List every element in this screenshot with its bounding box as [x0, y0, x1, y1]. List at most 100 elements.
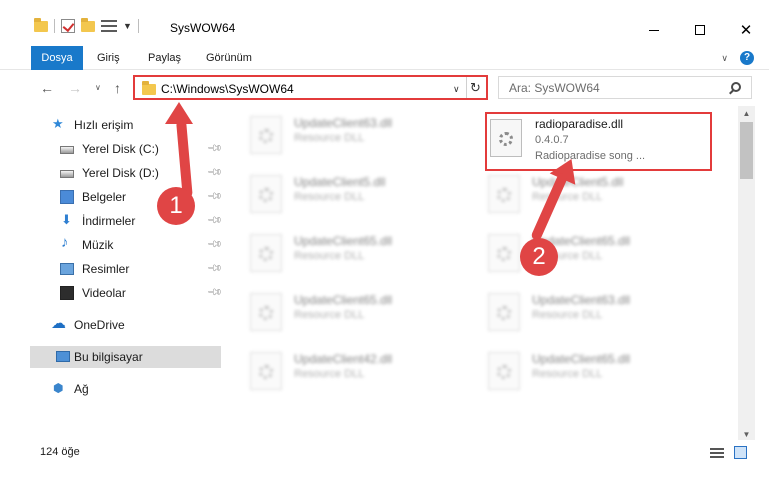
tab-view[interactable]: Görünüm — [206, 46, 252, 70]
refresh-icon[interactable]: ↻ — [470, 80, 481, 96]
minimize-icon — [649, 29, 659, 31]
gear-icon — [259, 306, 273, 320]
computer-icon — [56, 351, 70, 362]
file-description: Resource DLL — [294, 132, 365, 144]
pin-icon[interactable]: 📌︎ — [206, 140, 223, 157]
gear-icon — [259, 188, 273, 202]
dll-file-icon — [488, 352, 520, 390]
gear-icon — [259, 247, 273, 261]
sidebar-item-label: Videolar — [82, 286, 126, 300]
recent-locations-icon[interactable]: ∨ — [95, 83, 101, 92]
details-view-icon[interactable] — [710, 448, 724, 458]
properties-check-icon[interactable] — [61, 19, 75, 33]
file-description: Resource DLL — [532, 368, 603, 380]
new-folder-icon[interactable] — [81, 17, 95, 32]
toolbar-divider — [137, 19, 139, 33]
forward-arrow-icon[interactable]: → — [68, 80, 82, 96]
sidebar-item-label: Ağ — [74, 382, 89, 396]
file-item[interactable]: UpdateClient63.dll Resource DLL — [464, 285, 686, 339]
search-box[interactable]: Ara: SysWOW64 — [498, 76, 752, 99]
tab-home[interactable]: Giriş — [97, 46, 120, 70]
ribbon-right-controls: ∨ ? — [721, 51, 754, 65]
file-item[interactable]: UpdateClient65.dll Resource DLL — [226, 285, 448, 339]
tab-file[interactable]: Dosya — [31, 46, 83, 70]
dll-file-icon — [488, 175, 520, 213]
file-name: UpdateClient42.dll — [294, 352, 393, 366]
file-item[interactable]: UpdateClient65.dll Resource DLL — [464, 226, 686, 280]
large-icons-view-icon[interactable] — [734, 446, 747, 459]
pin-icon[interactable]: 📌︎ — [206, 212, 223, 229]
folder-icon — [34, 17, 48, 32]
back-arrow-icon[interactable]: ← — [40, 80, 54, 96]
expand-ribbon-icon[interactable]: ∨ — [721, 53, 728, 64]
help-icon[interactable]: ? — [740, 51, 754, 65]
file-description: Resource DLL — [294, 191, 365, 203]
file-item[interactable]: UpdateClient63.dll Resource DLL — [226, 108, 448, 162]
dll-file-icon — [250, 352, 282, 390]
target-file-item[interactable]: radioparadise.dll 0.4.0.7 Radioparadise … — [485, 112, 712, 171]
vertical-scrollbar[interactable]: ▲ ▼ — [738, 106, 755, 443]
file-name: radioparadise.dll — [535, 117, 624, 131]
file-item[interactable]: UpdateClient42.dll Resource DLL — [226, 344, 448, 398]
gear-icon — [259, 129, 273, 143]
file-description: Resource DLL — [532, 309, 603, 321]
dll-file-icon — [488, 293, 520, 331]
sidebar-item-label: Müzik — [82, 238, 114, 252]
sidebar-item-label: OneDrive — [74, 318, 125, 332]
file-item[interactable]: UpdateClient65.dll Resource DLL — [226, 226, 448, 280]
dll-file-icon — [250, 293, 282, 331]
star-icon — [52, 116, 66, 132]
sidebar-item-network[interactable]: Ağ — [0, 378, 222, 400]
tab-share[interactable]: Paylaş — [148, 46, 181, 70]
sidebar-item-label: Bu bilgisayar — [74, 350, 143, 364]
scroll-up-icon[interactable]: ▲ — [738, 106, 755, 122]
dll-file-icon — [490, 119, 522, 157]
address-bar[interactable]: C:\Windows\SysWOW64 ∨ ↻ — [133, 75, 488, 100]
hard-disk-icon — [60, 170, 74, 178]
file-item[interactable]: UpdateClient65.dll Resource DLL — [464, 344, 686, 398]
window-title: SysWOW64 — [170, 21, 236, 35]
up-arrow-icon[interactable]: ↑ — [114, 80, 121, 96]
file-description: Resource DLL — [294, 309, 365, 321]
pin-icon[interactable]: 📌︎ — [206, 236, 223, 253]
dll-file-icon — [250, 234, 282, 272]
file-description: Resource DLL — [294, 250, 365, 262]
pin-icon[interactable]: 📌︎ — [206, 284, 223, 301]
file-name: UpdateClient65.dll — [294, 234, 393, 248]
search-icon[interactable] — [731, 82, 741, 92]
file-name: UpdateClient65.dll — [532, 352, 631, 366]
step-badge-1: 1 — [157, 187, 195, 225]
pictures-icon — [60, 263, 74, 275]
sidebar-item-videos[interactable]: Videolar 📌︎ — [0, 282, 223, 304]
downloads-icon — [60, 212, 74, 228]
properties-icon[interactable] — [101, 20, 117, 32]
close-icon: ✕ — [739, 22, 753, 39]
maximize-icon — [695, 25, 705, 35]
sidebar-item-pictures[interactable]: Resimler 📌︎ — [0, 258, 223, 280]
address-dropdown-icon[interactable]: ∨ — [453, 84, 460, 95]
pin-icon[interactable]: 📌︎ — [206, 164, 223, 181]
scroll-thumb[interactable] — [740, 122, 753, 179]
sidebar-item-onedrive[interactable]: OneDrive — [0, 314, 222, 336]
search-input[interactable]: Ara: SysWOW64 — [509, 81, 600, 95]
pin-icon[interactable]: 📌︎ — [206, 188, 223, 205]
file-item[interactable]: UpdateClient5.dll Resource DLL — [226, 167, 448, 221]
customize-dropdown-icon[interactable]: ▼ — [123, 21, 132, 31]
videos-icon — [60, 286, 74, 300]
file-version: 0.4.0.7 — [535, 134, 569, 146]
gear-icon — [259, 365, 273, 379]
sidebar-item-music[interactable]: Müzik 📌︎ — [0, 234, 223, 256]
gear-icon — [497, 365, 511, 379]
sidebar-item-label: İndirmeler — [82, 214, 136, 228]
sidebar-item-label: Hızlı erişim — [74, 118, 134, 132]
sidebar-item-this-pc[interactable]: Bu bilgisayar — [30, 346, 221, 368]
file-name: UpdateClient63.dll — [294, 116, 393, 130]
step-badge-2: 2 — [520, 238, 558, 276]
address-path[interactable]: C:\Windows\SysWOW64 — [161, 82, 294, 96]
toolbar-divider — [54, 19, 55, 33]
pin-icon[interactable]: 📌︎ — [206, 260, 223, 277]
window-bottom — [0, 464, 769, 493]
documents-icon — [60, 190, 74, 204]
sidebar-item-label: Yerel Disk (C:) — [82, 142, 159, 156]
file-description: Resource DLL — [532, 191, 603, 203]
